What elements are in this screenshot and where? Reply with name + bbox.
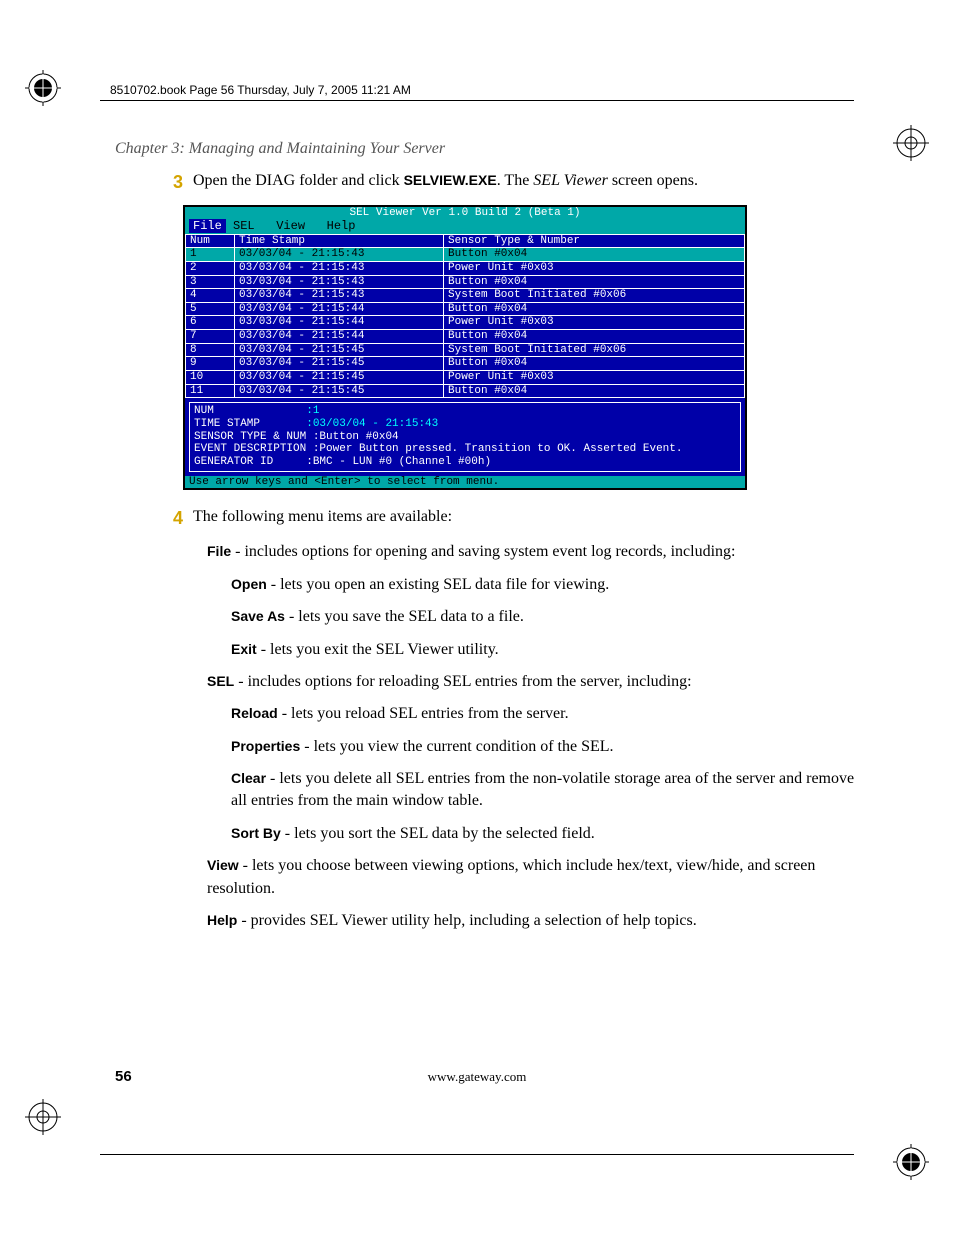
bottom-frame-line [100, 1154, 854, 1155]
text: . The [497, 172, 534, 189]
table-row[interactable]: 1103/03/04 - 21:15:45Button #0x04 [186, 384, 745, 398]
menu-help: Help - provides SEL Viewer utility help,… [207, 910, 855, 932]
table-row[interactable]: 403/03/04 - 21:15:43System Boot Initiate… [186, 289, 745, 303]
menu-properties: Properties - lets you view the current c… [231, 736, 855, 758]
page: 8510702.book Page 56 Thursday, July 7, 2… [0, 0, 954, 1235]
table-row[interactable]: 603/03/04 - 21:15:44Power Unit #0x03 [186, 316, 745, 330]
top-frame-line [100, 100, 854, 101]
menu-help[interactable]: Help [327, 219, 356, 233]
table-row[interactable]: 103/03/04 - 21:15:43Button #0x04 [186, 248, 745, 262]
step-number: 3 [155, 170, 183, 195]
menu-clear: Clear - lets you delete all SEL entries … [231, 768, 855, 813]
ss-detail-panel: NUM :1 TIME STAMP :03/03/04 - 21:15:43 S… [189, 402, 741, 471]
ss-table: Num Time Stamp Sensor Type & Number 103/… [185, 234, 745, 399]
menu-sortby: Sort By - lets you sort the SEL data by … [231, 823, 855, 845]
footer-url: www.gateway.com [0, 1069, 954, 1085]
table-row[interactable]: 1003/03/04 - 21:15:45Power Unit #0x03 [186, 371, 745, 385]
registration-mark-tl [25, 70, 61, 106]
step-body: The following menu items are available: [193, 506, 855, 531]
menu-reload: Reload - lets you reload SEL entries fro… [231, 703, 855, 725]
col-sensor: Sensor Type & Number [444, 234, 745, 248]
menu-open: Open - lets you open an existing SEL dat… [231, 574, 855, 596]
menu-exit: Exit - lets you exit the SEL Viewer util… [231, 639, 855, 661]
ss-footer: Use arrow keys and <Enter> to select fro… [185, 476, 745, 489]
chapter-title: Chapter 3: Managing and Maintaining Your… [115, 140, 445, 158]
step-4: 4 The following menu items are available… [155, 506, 855, 531]
screen-name: SEL Viewer [533, 172, 608, 189]
menu-view: View - lets you choose between viewing o… [207, 855, 855, 900]
table-row[interactable]: 503/03/04 - 21:15:44Button #0x04 [186, 302, 745, 316]
table-row[interactable]: 303/03/04 - 21:15:43Button #0x04 [186, 275, 745, 289]
content: 3 Open the DIAG folder and click SELVIEW… [155, 170, 855, 942]
menu-view[interactable]: View [276, 219, 305, 233]
col-ts: Time Stamp [235, 234, 444, 248]
sel-viewer-screenshot: SEL Viewer Ver 1.0 Build 2 (Beta 1) File… [183, 205, 747, 490]
ss-menubar: File SEL View Help [185, 220, 745, 234]
registration-mark-bl [25, 1099, 61, 1135]
step-body: Open the DIAG folder and click SELVIEW.E… [193, 170, 855, 195]
registration-mark-br [893, 1144, 929, 1180]
menu-descriptions: File - includes options for opening and … [183, 541, 855, 932]
book-header: 8510702.book Page 56 Thursday, July 7, 2… [110, 83, 411, 97]
table-row[interactable]: 903/03/04 - 21:15:45Button #0x04 [186, 357, 745, 371]
table-header-row: Num Time Stamp Sensor Type & Number [186, 234, 745, 248]
table-row[interactable]: 203/03/04 - 21:15:43Power Unit #0x03 [186, 261, 745, 275]
menu-saveas: Save As - lets you save the SEL data to … [231, 606, 855, 628]
ss-title: SEL Viewer Ver 1.0 Build 2 (Beta 1) [185, 207, 745, 220]
menu-sel: SEL - includes options for reloading SEL… [207, 671, 855, 693]
text: screen opens. [608, 172, 698, 189]
menu-file: File - includes options for opening and … [207, 541, 855, 563]
exe-name: SELVIEW.EXE [404, 172, 497, 188]
table-row[interactable]: 803/03/04 - 21:15:45System Boot Initiate… [186, 343, 745, 357]
menu-file[interactable]: File [189, 219, 226, 233]
registration-mark-tr [893, 125, 929, 161]
col-num: Num [186, 234, 235, 248]
step-number: 4 [155, 506, 183, 531]
text: Open the DIAG folder and click [193, 172, 404, 189]
step-3: 3 Open the DIAG folder and click SELVIEW… [155, 170, 855, 195]
menu-sel[interactable]: SEL [233, 219, 255, 233]
table-row[interactable]: 703/03/04 - 21:15:44Button #0x04 [186, 330, 745, 344]
